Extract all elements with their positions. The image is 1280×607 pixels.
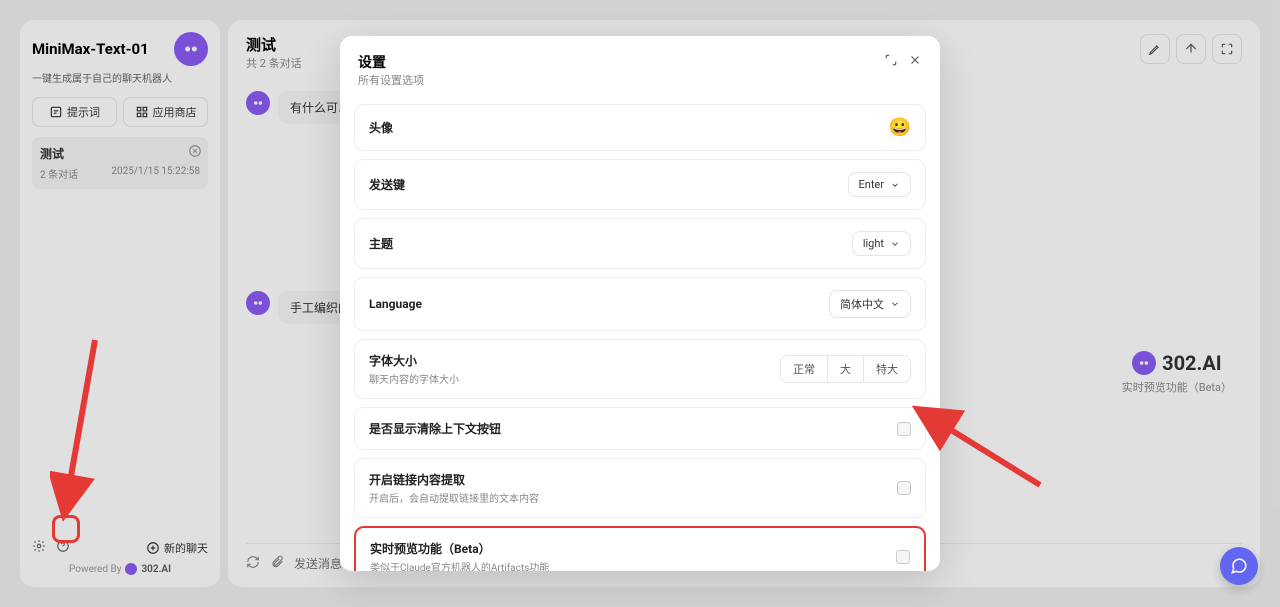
modal-subtitle: 所有设置选项	[358, 72, 424, 88]
setting-desc: 聊天内容的字体大小	[369, 371, 459, 386]
setting-label: 实时预览功能（Beta）	[370, 540, 549, 557]
setting-language: Language 简体中文	[354, 277, 926, 331]
setting-label: 字体大小	[369, 352, 459, 369]
close-icon[interactable]	[908, 52, 922, 71]
chat-icon	[1230, 557, 1248, 575]
chevron-down-icon	[890, 180, 900, 190]
setting-link-extract: 开启链接内容提取 开启后，会自动提取链接里的文本内容	[354, 458, 926, 518]
language-select[interactable]: 简体中文	[829, 290, 911, 318]
fontsize-normal[interactable]: 正常	[781, 356, 827, 382]
clear-context-toggle[interactable]	[897, 422, 911, 436]
setting-clear-context: 是否显示清除上下文按钮	[354, 407, 926, 450]
setting-desc: 类似于Claude官方机器人的Artifacts功能	[370, 559, 549, 571]
setting-label: 是否显示清除上下文按钮	[369, 420, 501, 437]
fontsize-xlarge[interactable]: 特大	[863, 356, 910, 382]
chevron-down-icon	[890, 239, 900, 249]
chat-fab[interactable]	[1220, 547, 1258, 585]
setting-label: 头像	[369, 119, 393, 136]
setting-fontsize: 字体大小 聊天内容的字体大小 正常 大 特大	[354, 339, 926, 399]
setting-label: 发送键	[369, 176, 405, 193]
modal-title: 设置	[358, 52, 424, 72]
preview-toggle[interactable]	[896, 550, 910, 564]
setting-theme: 主题 light	[354, 218, 926, 269]
setting-label: 开启链接内容提取	[369, 471, 539, 488]
theme-select[interactable]: light	[852, 231, 911, 256]
setting-desc: 开启后，会自动提取链接里的文本内容	[369, 490, 539, 505]
link-extract-toggle[interactable]	[897, 481, 911, 495]
setting-label: 主题	[369, 235, 393, 252]
setting-avatar: 头像 😀	[354, 104, 926, 151]
settings-modal: 设置 所有设置选项 头像 😀 发送键 Enter 主题 light Langua…	[340, 36, 940, 571]
avatar-emoji[interactable]: 😀	[889, 117, 911, 138]
fontsize-large[interactable]: 大	[827, 356, 863, 382]
chevron-down-icon	[890, 299, 900, 309]
sendkey-select[interactable]: Enter	[848, 172, 912, 197]
setting-sendkey: 发送键 Enter	[354, 159, 926, 210]
setting-label: Language	[369, 297, 422, 311]
fullscreen-icon[interactable]	[884, 52, 898, 71]
setting-preview: 实时预览功能（Beta） 类似于Claude官方机器人的Artifacts功能	[354, 526, 926, 571]
